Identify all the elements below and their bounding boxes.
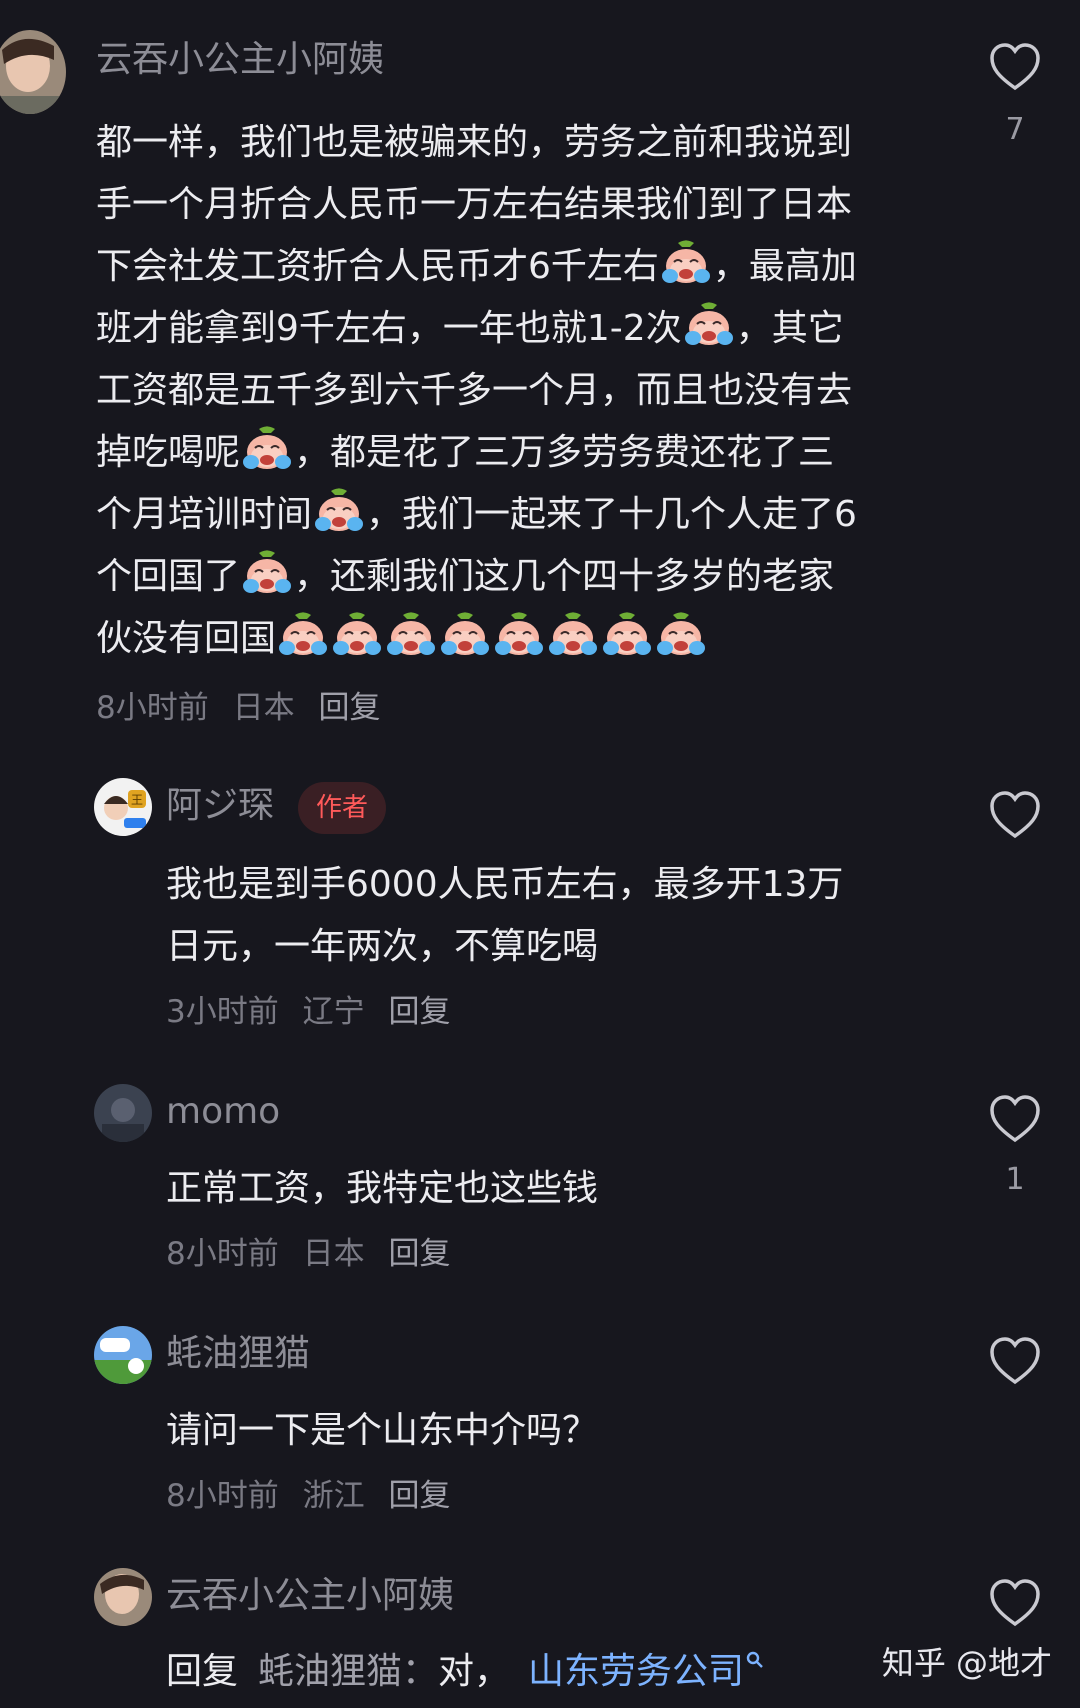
timestamp: 8小时前 <box>166 1478 279 1514</box>
comment-line: 都一样，我们也是被骗来的，劳务之前和我说到 <box>96 112 857 174</box>
comment-body: 都一样，我们也是被骗来的，劳务之前和我说到 手一个月折合人民币一万左右结果我们到了… <box>96 112 857 670</box>
crying-face-emoji <box>684 302 733 345</box>
like-count: 1 <box>1005 1162 1025 1197</box>
avatar[interactable]: 王 <box>94 778 152 836</box>
comment-line: 请问一下是个山东中介吗？ <box>166 1400 598 1462</box>
search-icon <box>746 1651 763 1668</box>
search-link[interactable]: 山东劳务公司 <box>528 1651 764 1692</box>
heart-outline-icon <box>990 43 1040 91</box>
comment-line: 个月培训时间 ，我们一起来了十几个人走了6 <box>96 484 857 546</box>
comment-meta: 8小时前 日本 回复 <box>166 1234 464 1274</box>
comment-line: 下会社发工资折合人民币才6千左右 ，最高加 <box>96 236 857 298</box>
comment-line: 班才能拿到9千左右，一年也就1-2次 ，其它 <box>96 298 857 360</box>
crying-face-emoji <box>387 612 436 655</box>
reply-word: 回复 <box>166 1651 239 1692</box>
comment-text: ，最高加 <box>712 246 857 287</box>
crying-face-emoji <box>279 612 328 655</box>
location: 辽宁 <box>302 994 365 1030</box>
author-badge: 作者 <box>298 782 387 834</box>
reply-target[interactable]: 蚝油狸猫： <box>258 1651 438 1692</box>
crying-face-emoji <box>333 612 382 655</box>
comment-body: 我也是到手6000人民币左右，最多开13万 日元，一年两次，不算吃喝 <box>166 854 843 978</box>
heart-outline-icon <box>990 1095 1040 1143</box>
comment-text: ，我们一起来了十几个人走了6 <box>366 494 857 535</box>
crying-face-emoji <box>657 612 706 655</box>
reply-text: 对， <box>438 1651 511 1692</box>
svg-text:王: 王 <box>131 793 143 807</box>
comment-text: 我也是到手6000人民币左右，最多开13万 <box>166 864 844 905</box>
crying-face-emoji <box>441 612 490 655</box>
comment-line: 伙没有回国 <box>96 608 857 670</box>
comment-text: ，其它 <box>735 308 844 349</box>
reply-button[interactable]: 回复 <box>388 1236 450 1272</box>
comment-text: 正常工资，我特定也这些钱 <box>166 1168 599 1209</box>
crying-face-emoji <box>661 240 710 283</box>
username[interactable]: 云吞小公主小阿姨 <box>166 1574 454 1618</box>
comment-text: 请问一下是个山东中介吗？ <box>166 1410 599 1451</box>
comment-meta: 8小时前 日本 回复 <box>96 688 394 728</box>
avatar[interactable] <box>0 30 66 114</box>
username[interactable]: 阿ジ琛 <box>166 784 274 828</box>
crying-face-emoji <box>603 612 652 655</box>
location: 日本 <box>232 690 295 726</box>
comment-text: 日元，一年两次，不算吃喝 <box>166 926 599 967</box>
comment-text: 手一个月折合人民币一万左右结果我们到了日本 <box>96 184 853 225</box>
comment-line: 个回国了 ，还剩我们这几个四十多岁的老家 <box>96 546 857 608</box>
reply-button[interactable]: 回复 <box>318 690 380 726</box>
location: 浙江 <box>302 1478 365 1514</box>
comment-line: 我也是到手6000人民币左右，最多开13万 <box>166 854 843 916</box>
heart-outline-icon <box>990 1337 1040 1385</box>
search-link-text: 山东劳务公司 <box>528 1651 745 1692</box>
heart-outline-icon <box>990 1579 1040 1627</box>
crying-face-emoji <box>549 612 598 655</box>
username[interactable]: 云吞小公主小阿姨 <box>96 38 384 82</box>
username[interactable]: momo <box>166 1090 280 1134</box>
like-button[interactable] <box>988 790 1042 840</box>
like-count: 7 <box>1005 112 1025 147</box>
comment-line: 工资都是五千多到六千多一个月，而且也没有去 <box>96 360 857 422</box>
crying-face-emoji <box>495 612 544 655</box>
heart-outline-icon <box>990 791 1040 839</box>
reply-button[interactable]: 回复 <box>388 994 450 1030</box>
comment-body: 正常工资，我特定也这些钱 <box>166 1158 598 1220</box>
avatar[interactable] <box>94 1568 152 1626</box>
like-button[interactable] <box>988 1094 1042 1144</box>
crying-face-emoji <box>243 550 292 593</box>
like-button[interactable] <box>988 1578 1042 1628</box>
comment-text: 个回国了 <box>96 556 241 597</box>
like-button[interactable] <box>988 42 1042 92</box>
timestamp: 8小时前 <box>96 690 209 726</box>
comment-text: 个月培训时间 <box>96 494 313 535</box>
reply-button[interactable]: 回复 <box>388 1478 450 1514</box>
comment-line: 手一个月折合人民币一万左右结果我们到了日本 <box>96 174 857 236</box>
comment-line: 正常工资，我特定也这些钱 <box>166 1158 598 1220</box>
comment-line: 掉吃喝呢 ，都是花了三万多劳务费还花了三 <box>96 422 857 484</box>
watermark: 知乎 @地才 <box>881 1644 1052 1682</box>
crying-face-emoji <box>243 426 292 469</box>
avatar[interactable] <box>94 1084 152 1142</box>
crying-face-emoji <box>315 488 364 531</box>
comment-text: 工资都是五千多到六千多一个月，而且也没有去 <box>96 370 853 411</box>
comment-text: 班才能拿到9千左右，一年也就1-2次 <box>96 308 682 349</box>
comment-text: 掉吃喝呢 <box>96 432 241 473</box>
comment-meta: 8小时前 浙江 回复 <box>166 1476 464 1516</box>
avatar[interactable] <box>94 1326 152 1384</box>
comment-text: 都一样，我们也是被骗来的，劳务之前和我说到 <box>96 122 853 163</box>
location: 日本 <box>302 1236 365 1272</box>
username[interactable]: 蚝油狸猫 <box>166 1332 310 1376</box>
comment-text: 下会社发工资折合人民币才6千左右 <box>96 246 659 287</box>
comment-text: 伙没有回国 <box>96 618 277 659</box>
comment-text: ，都是花了三万多劳务费还花了三 <box>294 432 835 473</box>
comment-body: 请问一下是个山东中介吗？ <box>166 1400 598 1462</box>
timestamp: 3小时前 <box>166 994 279 1030</box>
comment-line: 日元，一年两次，不算吃喝 <box>166 916 843 978</box>
timestamp: 8小时前 <box>166 1236 279 1272</box>
like-button[interactable] <box>988 1336 1042 1386</box>
comment-meta: 3小时前 辽宁 回复 <box>166 992 464 1032</box>
reply-to-line: 回复 蚝油狸猫：对， 山东劳务公司 <box>166 1646 764 1698</box>
comment-text: ，还剩我们这几个四十多岁的老家 <box>294 556 835 597</box>
